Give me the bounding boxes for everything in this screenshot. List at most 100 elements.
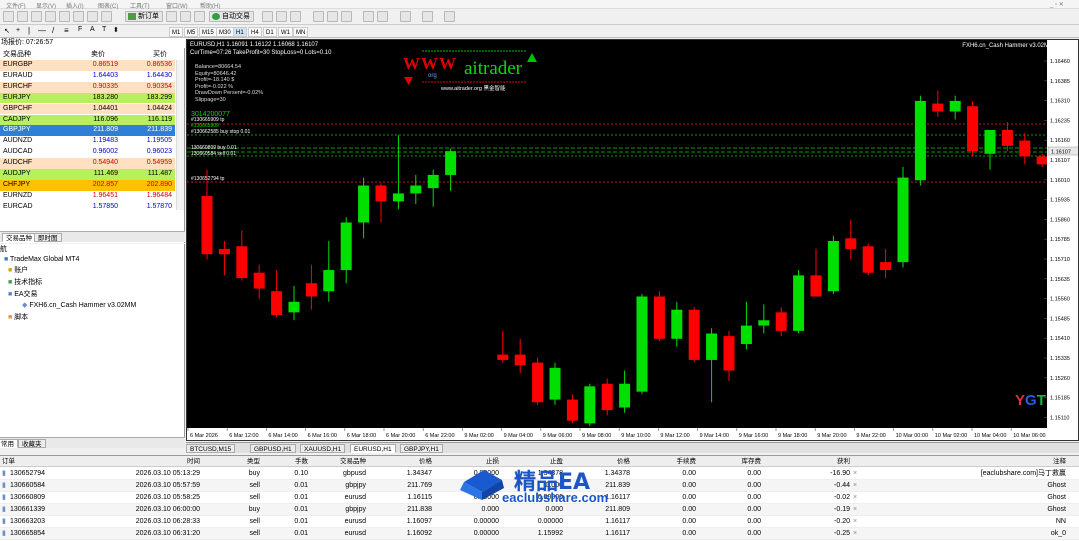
- col-symbol[interactable]: 交易品种: [3, 50, 31, 60]
- tile-windows-icon[interactable]: [341, 11, 352, 22]
- terminal-column-header[interactable]: 手续费: [648, 456, 697, 467]
- market-watch-row[interactable]: EURNZD 1.96451 1.96484: [0, 190, 175, 202]
- navigator-icon[interactable]: [59, 11, 70, 22]
- indicators-icon[interactable]: [400, 11, 411, 22]
- nav-accounts[interactable]: ■ 账户: [8, 266, 28, 276]
- tester-icon[interactable]: [87, 11, 98, 22]
- tf-h4[interactable]: H4: [248, 27, 262, 37]
- nav-ea-item[interactable]: ◆ FXH6.cn_Cash Hammer v3.02MM: [22, 301, 136, 311]
- window-controls[interactable]: _ ▫ ✕: [1050, 1, 1064, 8]
- templates-icon[interactable]: [444, 11, 455, 22]
- new-order-button[interactable]: 新订单: [125, 11, 163, 22]
- zoom-in-icon[interactable]: [313, 11, 324, 22]
- vertical-line-icon[interactable]: |: [28, 26, 30, 35]
- terminal-column-header[interactable]: 注释: [920, 456, 1066, 467]
- terminal-column-header[interactable]: 订单: [2, 456, 42, 467]
- market-watch-scrollbar[interactable]: [176, 60, 184, 210]
- nav-root[interactable]: ■ TradeMax Global MT4: [4, 255, 79, 265]
- tab-common[interactable]: 常用: [0, 439, 18, 448]
- cursor-icon[interactable]: ↖: [4, 27, 10, 35]
- tf-m5[interactable]: M5: [184, 27, 199, 37]
- terminal-column-header[interactable]: 价格: [380, 456, 432, 467]
- zoom-out-icon[interactable]: [327, 11, 338, 22]
- chart-tab[interactable]: BTCUSD,M15: [186, 444, 236, 453]
- market-watch-row[interactable]: GBPCHF 1.04401 1.04424: [0, 103, 175, 115]
- crosshair-icon[interactable]: +: [16, 27, 20, 34]
- tf-m15[interactable]: M15: [199, 27, 217, 37]
- options-icon[interactable]: [101, 11, 112, 22]
- tf-mn[interactable]: MN: [293, 27, 309, 37]
- market-watch-row[interactable]: AUDNZD 1.19483 1.19505: [0, 136, 175, 148]
- nav-indicators[interactable]: ■ 技术指标: [8, 278, 42, 288]
- terminal-icon[interactable]: [73, 11, 84, 22]
- text-icon[interactable]: A: [90, 26, 95, 33]
- col-bid[interactable]: 卖价: [91, 50, 105, 60]
- bid-cell: 0.54940: [92, 159, 118, 167]
- trade-row[interactable]: ▮ 130663203 2026.03.10 06:28:33 sell 0.01 eur…: [0, 516, 1079, 528]
- tf-m30[interactable]: M30: [216, 27, 234, 37]
- terminal-column-header[interactable]: 类型: [224, 456, 260, 467]
- market-watch-row[interactable]: EURCHF 0.90335 0.90354: [0, 81, 175, 93]
- market-watch-row[interactable]: CHFJPY 202.857 202.890: [0, 179, 175, 191]
- market-watch-row[interactable]: CADJPY 116.096 116.119: [0, 114, 175, 126]
- bar-chart-icon[interactable]: [262, 11, 273, 22]
- terminal-column-header[interactable]: 时间: [120, 456, 200, 467]
- horizontal-line-icon[interactable]: —: [38, 26, 46, 35]
- new-chart-icon[interactable]: [3, 11, 14, 22]
- metaeditor-icon[interactable]: [166, 11, 177, 22]
- favorites-icon[interactable]: [180, 11, 191, 22]
- market-watch-row[interactable]: EURJPY 183.280 183.299: [0, 92, 175, 104]
- price-tick-label: 1.15560: [1050, 297, 1070, 303]
- tab-symbols[interactable]: 交易品种: [2, 233, 36, 242]
- nav-scripts[interactable]: ■ 脚本: [8, 313, 28, 323]
- chart-tab[interactable]: XAUUSD,H1: [300, 444, 346, 453]
- tab-tick-chart[interactable]: 即时图: [34, 233, 62, 242]
- arrows-icon[interactable]: ⬍: [113, 26, 119, 34]
- market-watch-row[interactable]: EURGBP 0.86519 0.86536: [0, 60, 175, 71]
- trade-row[interactable]: ▮ 130665854 2026.03.10 06:31:20 sell 0.01 eur…: [0, 528, 1079, 540]
- market-watch-row[interactable]: EURAUD 1.64403 1.64430: [0, 70, 175, 82]
- close-order-icon[interactable]: ×: [853, 504, 857, 516]
- col-ask[interactable]: 买价: [153, 50, 167, 60]
- market-watch-row[interactable]: AUDCAD 0.96002 0.96023: [0, 147, 175, 158]
- line-chart-icon[interactable]: [290, 11, 301, 22]
- tf-w1[interactable]: W1: [278, 27, 293, 37]
- tab-favorites[interactable]: 收藏夹: [18, 439, 46, 448]
- chart-tab[interactable]: EURUSD,H1: [350, 444, 396, 453]
- data-window-icon[interactable]: [45, 11, 56, 22]
- label-icon[interactable]: T: [102, 26, 106, 33]
- auto-trading-button[interactable]: 自动交易: [209, 11, 254, 22]
- market-watch-row[interactable]: AUDJPY 111.469 111.487: [0, 169, 175, 180]
- chart-window[interactable]: 1.16460 1.16385 1.16310 1.16235 1.16160 1.161…: [186, 39, 1079, 441]
- candlestick-icon[interactable]: [276, 11, 287, 22]
- tf-h1[interactable]: H1: [233, 27, 247, 37]
- terminal-column-header[interactable]: 库存费: [716, 456, 762, 467]
- trendline-icon[interactable]: /: [52, 26, 54, 35]
- channel-icon[interactable]: ≡: [64, 26, 69, 35]
- chart-tab[interactable]: GBPUSD,H1: [250, 444, 296, 453]
- nav-expert-advisors[interactable]: ■ EA交易: [8, 290, 38, 300]
- chart-shift-icon[interactable]: [363, 11, 374, 22]
- market-watch-row[interactable]: AUDCHF 0.54940 0.54959: [0, 158, 175, 169]
- terminal-column-header[interactable]: 交易品种: [318, 456, 366, 467]
- close-order-icon[interactable]: ×: [853, 528, 857, 540]
- close-order-icon[interactable]: ×: [853, 480, 857, 492]
- periods-icon[interactable]: [422, 11, 433, 22]
- fibonacci-icon[interactable]: F: [78, 26, 82, 33]
- terminal-column-header[interactable]: 手数: [276, 456, 308, 467]
- chart-tab[interactable]: GBPJPY,H1: [400, 444, 443, 453]
- candlestick-chart[interactable]: 1.16460 1.16385 1.16310 1.16235 1.16160 1.161…: [187, 40, 1079, 441]
- trade-cell-swap: 0.00: [747, 494, 761, 501]
- market-watch-row[interactable]: GBPJPY 211.809 211.839: [0, 125, 175, 137]
- close-order-icon[interactable]: ×: [853, 516, 857, 528]
- tf-d1[interactable]: D1: [263, 27, 277, 37]
- terminal-toggle-icon[interactable]: [194, 11, 205, 22]
- tf-m1[interactable]: M1: [169, 27, 184, 37]
- close-order-icon[interactable]: ×: [853, 492, 857, 504]
- market-watch-row[interactable]: EURCAD 1.57850 1.57870: [0, 201, 175, 213]
- profiles-icon[interactable]: [17, 11, 28, 22]
- autoscroll-icon[interactable]: [377, 11, 388, 22]
- close-order-icon[interactable]: ×: [853, 468, 857, 480]
- market-watch-icon[interactable]: [31, 11, 42, 22]
- terminal-column-header[interactable]: 获利: [800, 456, 850, 467]
